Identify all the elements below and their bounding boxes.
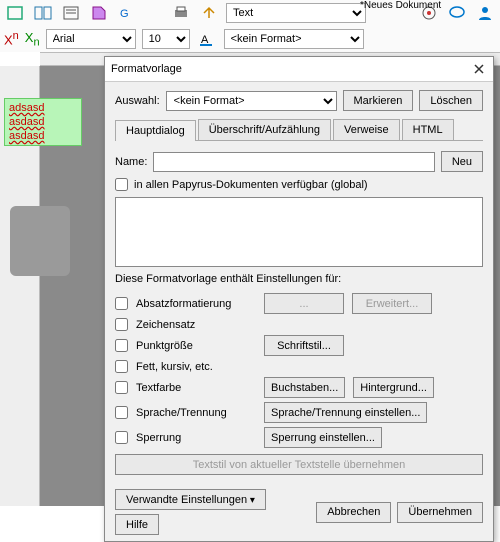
dialog-tabs: Hauptdialog Überschrift/Aufzählung Verwe…	[115, 119, 483, 141]
textstil-button: Textstil von aktueller Textstelle überne…	[115, 454, 483, 475]
neu-button[interactable]: Neu	[441, 151, 483, 172]
name-label: Name:	[115, 156, 147, 168]
toolbar-btn-1[interactable]	[4, 2, 26, 24]
zeichen-label: Zeichensatz	[136, 319, 256, 331]
dialog-title: Formatvorlage	[111, 63, 182, 75]
export-icon[interactable]	[198, 2, 220, 24]
global-checkbox[interactable]	[115, 178, 128, 191]
loeschen-button[interactable]: Löschen	[419, 90, 483, 111]
name-input[interactable]	[153, 152, 434, 172]
tab-html[interactable]: HTML	[402, 119, 454, 140]
document-title: *Neues Dokument	[360, 0, 441, 11]
toolbar-btn-5[interactable]: G	[116, 2, 138, 24]
abbrechen-button[interactable]: Abbrechen	[316, 502, 391, 523]
sperrung-checkbox[interactable]	[115, 431, 128, 444]
format-toolbar: Xn Xn Arial 10 A <kein Format>	[0, 26, 500, 52]
zeichen-checkbox[interactable]	[115, 318, 128, 331]
subscript-icon[interactable]: Xn	[25, 30, 40, 49]
global-label: in allen Papyrus-Dokumenten verfügbar (g…	[134, 179, 368, 191]
preview-box	[115, 197, 483, 267]
dialog-footer: Verwandte Einstellungen ▾ Hilfe Abbreche…	[105, 483, 493, 541]
formatvorlage-dialog: Formatvorlage Auswahl: <kein Format> Mar…	[104, 56, 494, 542]
tab-verweise[interactable]: Verweise	[333, 119, 400, 140]
note-line: asdasd	[9, 129, 77, 143]
note-line: asdasd	[9, 115, 77, 129]
auswahl-select[interactable]: <kein Format>	[166, 91, 337, 111]
schriftstil-button[interactable]: Schriftstil...	[264, 335, 344, 356]
sperrung-button[interactable]: Sperrung einstellen...	[264, 427, 382, 448]
clipboard-icon[interactable]	[10, 206, 70, 276]
buchstaben-button[interactable]: Buchstaben...	[264, 377, 345, 398]
enthaelt-label: Diese Formatvorlage enthält Einstellunge…	[115, 273, 483, 285]
erweitert-button: Erweitert...	[352, 293, 432, 314]
punkt-checkbox[interactable]	[115, 339, 128, 352]
fett-checkbox[interactable]	[115, 360, 128, 373]
textfarbe-checkbox[interactable]	[115, 381, 128, 394]
toolbar-btn-2[interactable]	[32, 2, 54, 24]
superscript-icon[interactable]: Xn	[4, 30, 19, 47]
print-icon[interactable]	[170, 2, 192, 24]
absatz-dots-button: ...	[264, 293, 344, 314]
auswahl-label: Auswahl:	[115, 95, 160, 107]
fett-label: Fett, kursiv, etc.	[136, 361, 256, 373]
font-select[interactable]: Arial	[46, 29, 136, 49]
sprache-label: Sprache/Trennung	[136, 407, 256, 419]
close-icon[interactable]	[471, 61, 487, 77]
note-line: adsasd	[9, 101, 77, 115]
text-note[interactable]: adsasd asdasd asdasd	[4, 98, 82, 146]
sprache-checkbox[interactable]	[115, 406, 128, 419]
uebernehmen-button[interactable]: Übernehmen	[397, 502, 483, 523]
sperrung-label: Sperrung	[136, 432, 256, 444]
style-select[interactable]: Text	[226, 3, 366, 23]
hintergrund-button[interactable]: Hintergrund...	[353, 377, 434, 398]
svg-text:G: G	[120, 8, 129, 20]
format-a-icon[interactable]: A	[196, 28, 218, 50]
size-select[interactable]: 10	[142, 29, 190, 49]
format-select[interactable]: <kein Format>	[224, 29, 364, 49]
absatz-checkbox[interactable]	[115, 297, 128, 310]
textfarbe-label: Textfarbe	[136, 382, 256, 394]
toolbar-btn-3[interactable]	[60, 2, 82, 24]
toolbar-btn-4[interactable]	[88, 2, 110, 24]
absatz-label: Absatzformatierung	[136, 298, 256, 310]
chat-icon[interactable]	[446, 2, 468, 24]
punkt-label: Punktgröße	[136, 340, 256, 352]
person-icon[interactable]	[474, 2, 496, 24]
markieren-button[interactable]: Markieren	[343, 90, 414, 111]
hilfe-button[interactable]: Hilfe	[115, 514, 159, 535]
dialog-titlebar: Formatvorlage	[105, 57, 493, 82]
tab-ueberschrift[interactable]: Überschrift/Aufzählung	[198, 119, 331, 140]
sprache-button[interactable]: Sprache/Trennung einstellen...	[264, 402, 427, 423]
tab-hauptdialog[interactable]: Hauptdialog	[115, 120, 196, 141]
